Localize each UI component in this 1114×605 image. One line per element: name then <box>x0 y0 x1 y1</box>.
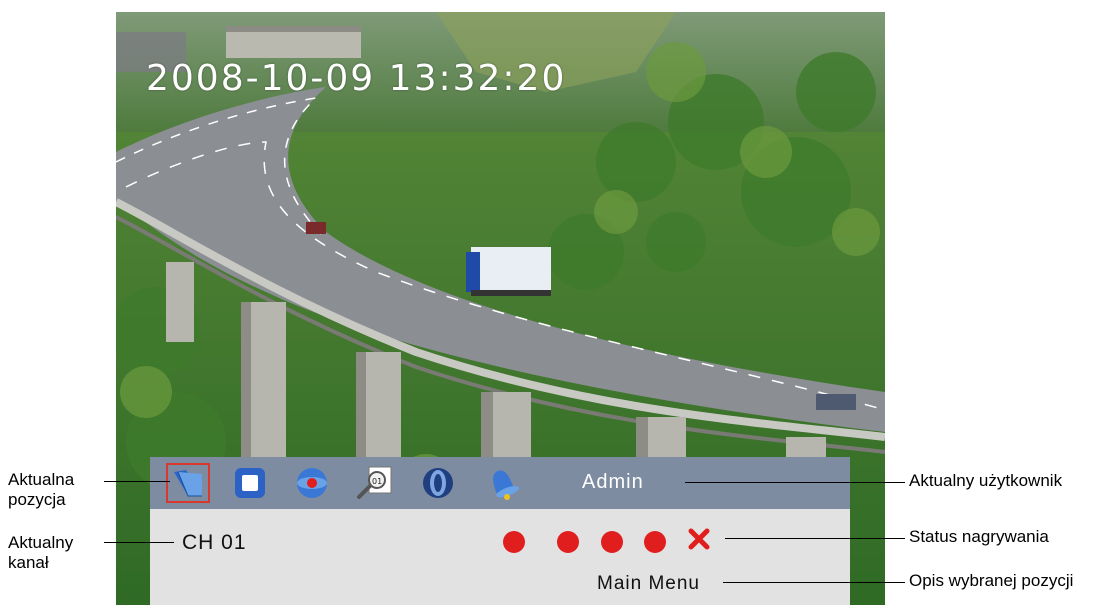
search-icon[interactable]: 01 <box>352 463 396 503</box>
selected-item-description: Main Menu <box>597 573 700 594</box>
callout-selected-description: Opis wybranej pozycji <box>909 571 1074 590</box>
current-user-label: Admin <box>582 471 644 493</box>
callout-current-position: Aktualna pozycja <box>8 470 74 510</box>
callout-current-user: Aktualny użytkownik <box>909 471 1063 490</box>
folder-icon[interactable] <box>166 463 210 503</box>
playback-icon[interactable] <box>416 463 460 503</box>
record-disc-icon[interactable] <box>290 463 334 503</box>
leader-line <box>104 542 174 543</box>
leader-line <box>104 481 170 482</box>
svg-text:01: 01 <box>372 477 382 486</box>
leader-line <box>685 482 905 483</box>
current-channel-label: CH 01 <box>182 531 247 554</box>
recording-status-dot <box>601 531 623 553</box>
callout-current-position-line1: Aktualna <box>8 470 75 489</box>
bell-icon[interactable] <box>480 463 524 503</box>
video-timestamp: 2008-10-09 13:32:20 <box>146 58 567 99</box>
callout-recording-status: Status nagrywania <box>909 527 1049 546</box>
leader-line <box>723 582 905 583</box>
recording-off-icon <box>688 528 710 550</box>
callout-current-channel-line2: kanał <box>8 553 49 572</box>
callout-current-channel: Aktualny kanał <box>8 533 73 573</box>
callout-current-position-line2: pozycja <box>8 490 66 509</box>
leader-line <box>725 538 905 539</box>
recording-status-dot <box>503 531 525 553</box>
recording-status-dot <box>557 531 579 553</box>
stop-icon[interactable] <box>228 463 272 503</box>
osd-status-panel <box>150 509 850 605</box>
callout-current-channel-line1: Aktualny <box>8 533 74 552</box>
recording-status-dot <box>644 531 666 553</box>
osd-toolbar: 01 Admin <box>150 457 850 509</box>
